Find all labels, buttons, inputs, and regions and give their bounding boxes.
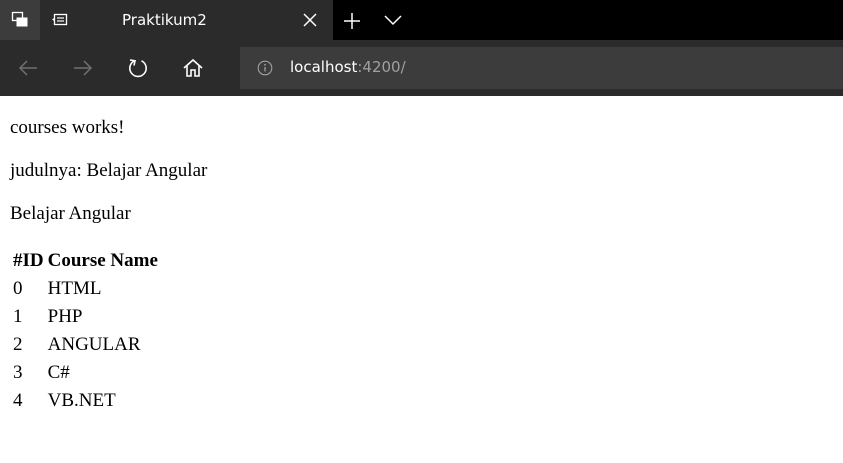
url-port-path: :4200/ (357, 58, 406, 76)
tab-bar: Praktikum2 (0, 0, 843, 40)
address-bar[interactable]: localhost:4200/ (240, 47, 843, 89)
close-icon[interactable] (302, 12, 318, 28)
cell-id: 3 (13, 362, 23, 383)
cell-course-name: ANGULAR (47, 334, 141, 355)
page-content: courses works! judulnya: Belajar Angular… (0, 96, 843, 463)
back-arrow-icon[interactable] (16, 56, 40, 80)
courses-table: #ID Course Name 0 HTML 1 PHP 2 ANGULAR 3… (10, 246, 161, 416)
plus-icon[interactable] (343, 12, 361, 30)
chevron-down-icon[interactable] (384, 14, 402, 26)
info-icon[interactable] (257, 60, 273, 76)
cell-id: 4 (13, 390, 23, 411)
cell-id: 1 (13, 306, 23, 327)
column-header-id: #ID (13, 250, 44, 271)
table-row: 0 HTML (12, 276, 159, 302)
judulnya-text: judulnya: Belajar Angular (10, 160, 208, 181)
cell-course-name: PHP (47, 306, 83, 327)
navigation-bar: localhost:4200/ (0, 40, 843, 96)
table-row: 3 C# (12, 360, 159, 386)
tab-actions-icon (11, 11, 28, 27)
tab-title: Praktikum2 (122, 11, 207, 29)
table-row: 2 ANGULAR (12, 332, 159, 358)
table-row: 1 PHP (12, 304, 159, 330)
url-text: localhost:4200/ (290, 58, 406, 76)
set-aside-tabs-button[interactable] (40, 0, 80, 40)
table-row: 4 VB.NET (12, 388, 159, 414)
cell-id: 0 (13, 278, 23, 299)
tab-actions-button[interactable] (0, 0, 40, 40)
cell-course-name: HTML (47, 278, 102, 299)
course-title-text: Belajar Angular (10, 203, 131, 224)
home-icon[interactable] (181, 56, 205, 80)
courses-works-text: courses works! (10, 117, 125, 138)
url-host: localhost (290, 58, 358, 76)
table-header-row: #ID Course Name (12, 248, 159, 274)
cell-course-name: C# (47, 362, 70, 383)
cell-id: 2 (13, 334, 23, 355)
set-aside-tabs-icon (52, 13, 68, 26)
tab-praktikum2[interactable]: Praktikum2 (80, 0, 333, 40)
column-header-course-name: Course Name (47, 250, 158, 271)
cell-course-name: VB.NET (47, 390, 116, 411)
forward-arrow-icon[interactable] (71, 56, 95, 80)
refresh-icon[interactable] (126, 56, 150, 80)
